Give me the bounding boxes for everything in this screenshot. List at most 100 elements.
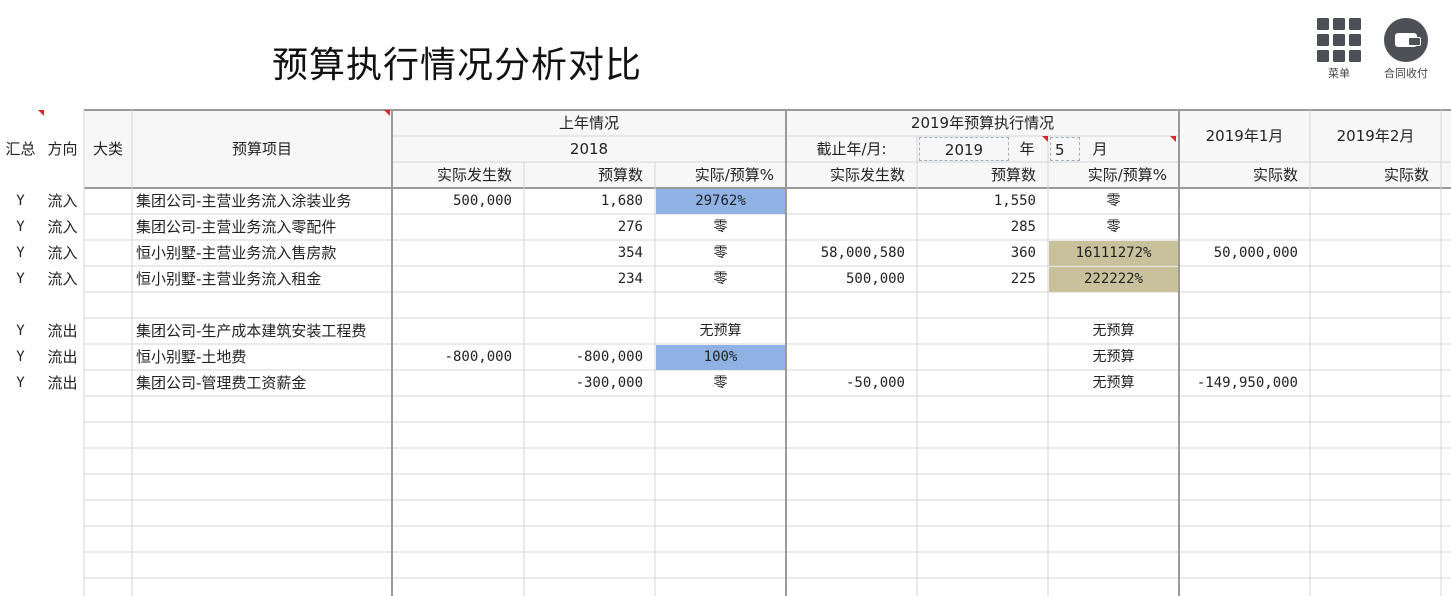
- budget-sheet: 汇总 方向 大类 预算项目 上年情况 2018 2019年预算执行情况 截止年/月: 2019 年…: [0, 108, 1451, 596]
- ly-actual-cell: [392, 292, 524, 318]
- ly-actual-cell: [392, 240, 524, 266]
- budget-item-cell: 集团公司-生产成本建筑安装工程费: [136, 322, 367, 340]
- ly-ratio-header: 实际/预算%: [694, 166, 774, 184]
- comment-indicator[interactable]: [384, 110, 390, 116]
- cy-ratio-cell: 222222%: [1049, 267, 1178, 292]
- ly-actual-cell: [392, 318, 524, 344]
- contract-payment-label: 合同收付: [1384, 67, 1428, 80]
- feb-actual-cell: [1310, 318, 1441, 344]
- cy-actual-cell: [786, 344, 917, 370]
- direction-header: 方向: [47, 140, 78, 158]
- summary-cell: Y: [16, 375, 25, 391]
- ly-ratio-cell: 100%: [656, 345, 785, 370]
- menu-button[interactable]: 菜单: [1311, 18, 1367, 81]
- jan-actual-cell: [1179, 292, 1310, 318]
- budget-item-cell: 集团公司-主营业务流入零配件: [136, 218, 337, 236]
- ly-budget-cell: [524, 292, 655, 318]
- cy-actual-cell: [786, 214, 917, 240]
- jan-actual-cell: [1179, 214, 1310, 240]
- page-title: 预算执行情况分析对比: [272, 45, 643, 86]
- last-year-header: 上年情况: [558, 114, 619, 132]
- cy-budget-cell: [917, 318, 1048, 344]
- direction-cell: 流入: [47, 192, 78, 210]
- summary-cell: Y: [16, 349, 25, 365]
- cy-budget-header: 预算数: [990, 166, 1036, 184]
- ly-actual-header: 实际发生数: [436, 166, 512, 184]
- ly-budget-cell: 276: [617, 219, 643, 235]
- ly-ratio-cell: 无预算: [699, 323, 742, 339]
- feb-actual-cell: [1310, 292, 1441, 318]
- ly-budget-cell: [524, 318, 655, 344]
- cy-actual-cell: -50,000: [845, 375, 905, 391]
- comment-indicator[interactable]: [1042, 136, 1048, 142]
- grid-menu-icon: [1317, 18, 1361, 62]
- exec-2019-header: 2019年预算执行情况: [910, 114, 1055, 132]
- ly-ratio-cell: 零: [713, 271, 728, 287]
- budget-item-cell: 恒小别墅-主营业务流入售房款: [136, 244, 337, 262]
- budget-item-cell: 集团公司-主营业务流入涂装业务: [136, 192, 352, 210]
- ly-ratio-cell: 零: [713, 375, 728, 391]
- cy-ratio-cell: [1049, 293, 1178, 318]
- cy-budget-cell: [917, 344, 1048, 370]
- cy-actual-cell: 500,000: [845, 271, 905, 287]
- summary-cell: Y: [16, 323, 25, 339]
- comment-indicator[interactable]: [38, 110, 44, 116]
- feb-actual-cell: [1310, 370, 1441, 396]
- direction-cell: 流入: [47, 218, 78, 236]
- feb-actual-cell: [1310, 188, 1441, 214]
- cy-ratio-cell: 零: [1106, 219, 1121, 235]
- ly-budget-cell: 234: [617, 271, 643, 287]
- budget-item-cell: 恒小别墅-主营业务流入租金: [136, 270, 322, 288]
- cy-budget-cell: 360: [1010, 245, 1036, 261]
- menu-label: 菜单: [1328, 67, 1350, 80]
- feb-header: 2019年2月: [1336, 127, 1415, 145]
- feb-actual-header: 实际数: [1383, 166, 1429, 184]
- ly-budget-cell: -300,000: [575, 375, 643, 391]
- ly-ratio-cell: 零: [713, 245, 728, 261]
- summary-header: 汇总: [5, 140, 36, 158]
- ly-ratio-cell: 零: [713, 219, 728, 235]
- ly-actual-cell: [392, 370, 524, 396]
- budget-item-cell: [132, 292, 392, 318]
- cy-actual-cell: [786, 292, 917, 318]
- ly-budget-cell: 1,680: [600, 193, 643, 209]
- comment-indicator[interactable]: [1170, 136, 1176, 142]
- cy-budget-cell: 285: [1010, 219, 1036, 235]
- cy-actual-header: 实际发生数: [829, 166, 905, 184]
- ly-ratio-cell: [656, 293, 785, 318]
- cy-ratio-cell: 零: [1106, 193, 1121, 209]
- summary-cell: Y: [16, 245, 25, 261]
- ly-actual-cell: -800,000: [444, 349, 512, 365]
- cy-ratio-cell: 无预算: [1092, 349, 1135, 365]
- ly-budget-header: 预算数: [597, 166, 643, 184]
- jan-actual-cell: [1179, 344, 1310, 370]
- feb-actual-cell: [1310, 240, 1441, 266]
- feb-actual-cell: [1310, 266, 1441, 292]
- budget-item-cell: 集团公司-管理费工资薪金: [136, 374, 307, 392]
- cutoff-month-input[interactable]: 5: [1050, 137, 1080, 161]
- jan-actual-cell: [1179, 266, 1310, 292]
- feb-actual-cell: [1310, 214, 1441, 240]
- cy-ratio-header: 实际/预算%: [1087, 166, 1167, 184]
- last-year-value: 2018: [569, 140, 609, 158]
- cy-actual-cell: [786, 318, 917, 344]
- direction-cell: 流入: [47, 244, 78, 262]
- cutoff-label: 截止年/月:: [816, 140, 887, 158]
- ly-ratio-cell: 29762%: [656, 189, 785, 214]
- ly-budget-cell: 354: [617, 245, 643, 261]
- direction-cell: 流入: [47, 270, 78, 288]
- cy-ratio-cell: 无预算: [1092, 375, 1135, 391]
- direction-cell: [41, 292, 84, 318]
- summary-cell: Y: [16, 219, 25, 235]
- feb-actual-cell: [1310, 344, 1441, 370]
- cy-ratio-cell: 无预算: [1092, 323, 1135, 339]
- jan-actual-cell: 50,000,000: [1213, 245, 1298, 261]
- cutoff-year-input[interactable]: 2019: [919, 137, 1009, 161]
- budget-item-header: 预算项目: [231, 140, 292, 158]
- contract-payment-button[interactable]: 合同收付: [1378, 18, 1434, 81]
- jan-actual-cell: [1179, 318, 1310, 344]
- summary-cell: Y: [16, 271, 25, 287]
- direction-cell: 流出: [47, 374, 78, 392]
- jan-actual-cell: [1179, 188, 1310, 214]
- direction-cell: 流出: [47, 348, 78, 366]
